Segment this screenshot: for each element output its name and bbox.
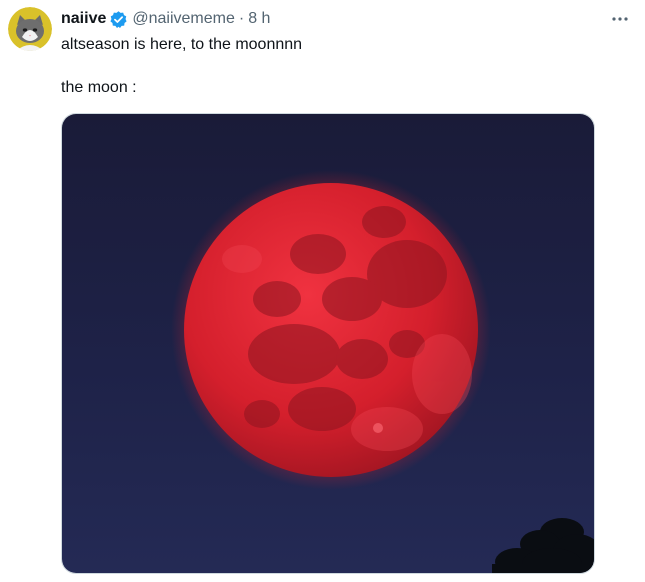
tweet-header: naiive @naiivememe · 8 h (61, 8, 270, 30)
author-handle[interactable]: @naiivememe (132, 9, 235, 29)
author-display-name[interactable]: naiive (61, 9, 106, 29)
tweet-media-image[interactable] (61, 113, 595, 574)
tweet-text-line-1: altseason is here, to the moonnnn (61, 36, 303, 53)
cat-avatar-icon (8, 7, 52, 51)
red-moon-photo (62, 114, 594, 573)
tweet: naiive @naiivememe · 8 h altseason is he… (0, 0, 645, 582)
more-options-icon (612, 17, 628, 21)
verified-badge-icon (109, 10, 128, 29)
author-avatar[interactable] (8, 7, 52, 51)
header-separator: · (238, 10, 245, 27)
tweet-text-line-2: the moon : (61, 79, 137, 96)
more-options-button[interactable] (608, 10, 632, 28)
tweet-timestamp[interactable]: 8 h (248, 9, 270, 29)
